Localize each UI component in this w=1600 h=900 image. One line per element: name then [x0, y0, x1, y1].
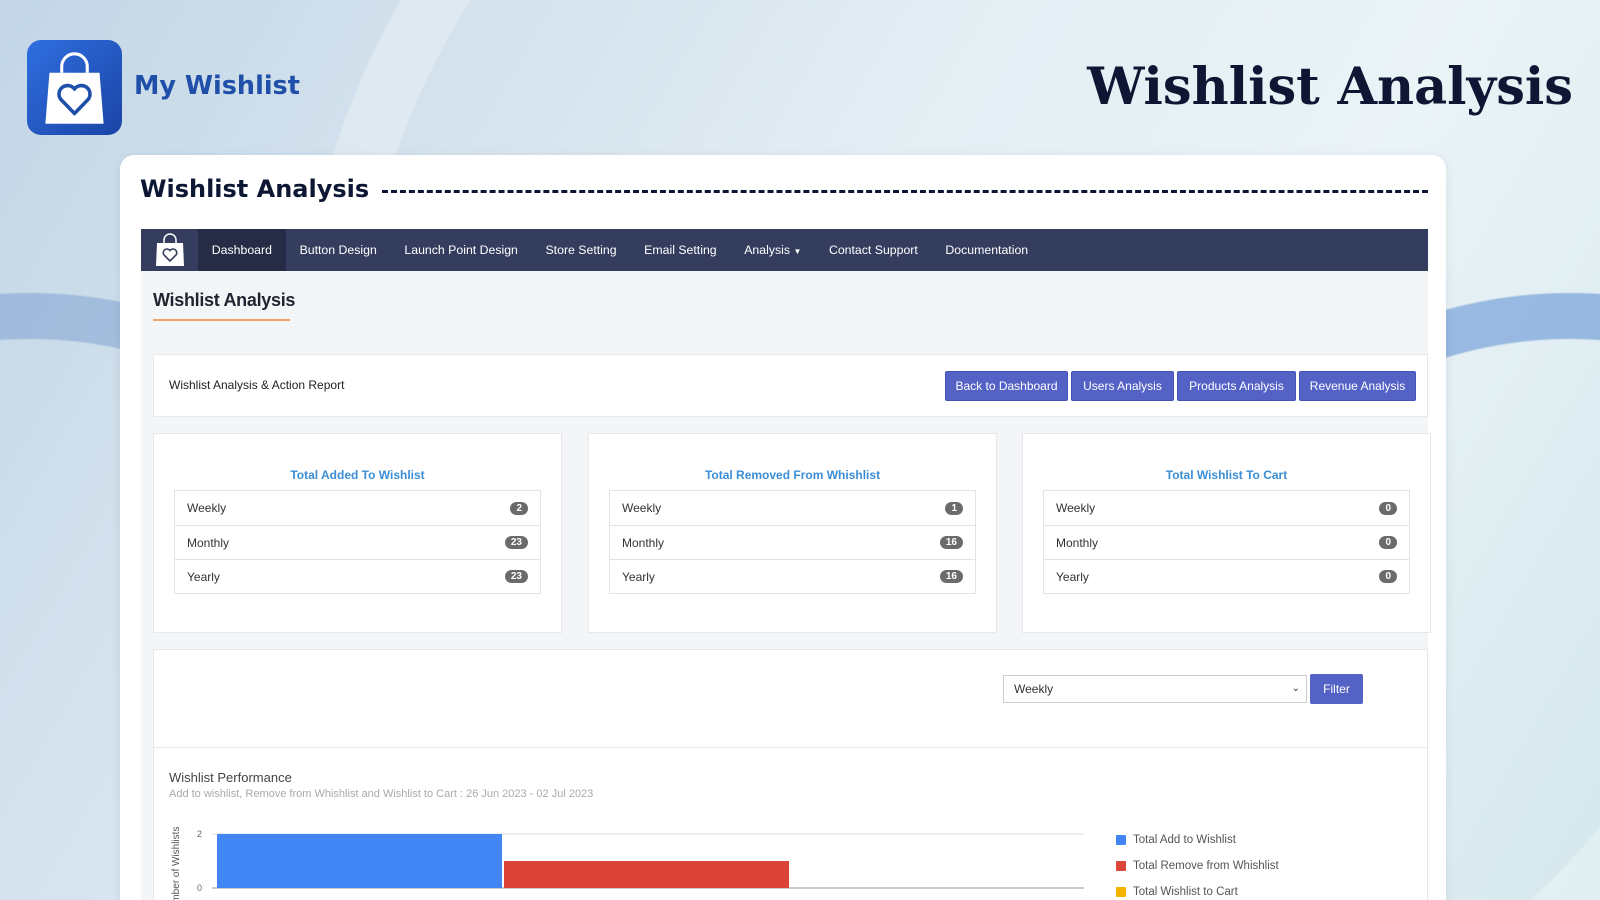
stat-row: Monthly 16	[610, 525, 975, 559]
stat-badge: 16	[939, 570, 963, 583]
revenue-analysis-button[interactable]: Revenue Analysis	[1299, 371, 1416, 401]
action-report-panel: Wishlist Analysis & Action Report Back t…	[153, 354, 1428, 417]
stat-label: Monthly	[187, 535, 230, 550]
stat-row: Weekly 0	[1044, 491, 1409, 525]
stat-label: Weekly	[187, 501, 227, 515]
app-logo	[27, 40, 122, 135]
nav-email-setting[interactable]: Email Setting	[630, 229, 730, 271]
section-title-underline	[153, 319, 290, 321]
brand-name: My Wishlist	[134, 71, 300, 101]
stat-label: Yearly	[1056, 569, 1089, 584]
card-title: Wishlist Analysis	[140, 175, 370, 203]
dashed-divider	[382, 190, 1428, 193]
stat-row: Weekly 2	[175, 491, 540, 525]
legend-label: Total Remove from Whishlist	[1133, 860, 1279, 872]
stat-title: Total Wishlist To Cart	[1165, 468, 1288, 482]
bar-total-remove-from-whishlist	[504, 861, 789, 888]
chevron-down-icon: ⌄	[1291, 683, 1300, 694]
page: My Wishlist Wishlist Analysis Wishlist A…	[0, 0, 1600, 900]
stat-label: Weekly	[1056, 501, 1096, 515]
section-title: Wishlist Analysis	[153, 290, 296, 310]
hero-title: Wishlist Analysis	[1087, 57, 1573, 117]
legend-item[interactable]: Total Wishlist to Cart	[1116, 886, 1238, 898]
nav-analysis-label: Analysis	[744, 243, 791, 257]
nav-contact-support[interactable]: Contact Support	[815, 229, 931, 271]
legend-swatch	[1116, 861, 1126, 871]
back-to-dashboard-button[interactable]: Back to Dashboard	[945, 371, 1068, 401]
products-analysis-button[interactable]: Products Analysis	[1177, 371, 1296, 401]
legend-item[interactable]: Total Add to Wishlist	[1116, 834, 1236, 846]
chart-panel: Wishlist Performance Add to wishlist, Re…	[153, 747, 1428, 900]
stat-badge: 16	[939, 536, 963, 549]
nav-analysis[interactable]: Analysis ▼	[730, 229, 815, 271]
stat-row: Weekly 1	[610, 491, 975, 525]
period-select-value: Weekly	[1014, 682, 1054, 696]
stat-row: Monthly 23	[175, 525, 540, 559]
stat-card-to-cart: Total Wishlist To Cart Weekly 0 Monthly 0 …	[1022, 433, 1431, 633]
legend-item[interactable]: Total Remove from Whishlist	[1116, 860, 1279, 872]
bar-chart: 0 2 Number of Wishlists	[171, 827, 1084, 900]
stat-row: Yearly 0	[1044, 559, 1409, 593]
y-tick-label: 2	[197, 829, 202, 839]
chart-subtitle: Add to wishlist, Remove from Whishlist a…	[169, 788, 594, 800]
legend-label: Total Add to Wishlist	[1133, 834, 1236, 846]
stat-badge: 23	[504, 570, 528, 583]
stat-badge: 1	[945, 501, 963, 515]
legend-swatch	[1116, 835, 1126, 845]
nav-documentation[interactable]: Documentation	[932, 229, 1042, 271]
stat-row: Monthly 0	[1044, 525, 1409, 559]
content-card: Wishlist Analysis Dashboard Button Desig…	[120, 155, 1446, 900]
stat-card-added: Total Added To Wishlist Weekly 2 Monthly 2…	[153, 433, 562, 633]
caret-down-icon: ▼	[793, 247, 802, 256]
y-axis-label: Number of Wishlists	[171, 827, 182, 900]
legend-label: Total Wishlist to Cart	[1133, 886, 1238, 898]
heart-bag-icon	[45, 52, 104, 124]
nav-launch-point-design[interactable]: Launch Point Design	[391, 229, 532, 271]
nav-dashboard[interactable]: Dashboard	[198, 229, 286, 271]
nav-button-design[interactable]: Button Design	[286, 229, 391, 271]
y-tick-label: 0	[197, 883, 202, 893]
stat-label: Monthly	[1056, 535, 1099, 550]
nav-store-setting[interactable]: Store Setting	[532, 229, 631, 271]
stat-title: Total Removed From Whishlist	[704, 468, 881, 482]
stat-label: Monthly	[622, 535, 665, 550]
action-report-label: Wishlist Analysis & Action Report	[169, 378, 345, 392]
stat-badge: 0	[1379, 501, 1397, 515]
stat-title: Total Added To Wishlist	[290, 468, 425, 482]
bar-total-add-to-wishlist	[217, 834, 502, 888]
stat-label: Yearly	[187, 569, 220, 584]
period-select[interactable]: Weekly ⌄	[1003, 675, 1307, 703]
navbar: Dashboard Button Design Launch Point Des…	[141, 229, 1428, 271]
stat-card-removed: Total Removed From Whishlist Weekly 1 Mon…	[588, 433, 997, 633]
users-analysis-button[interactable]: Users Analysis	[1071, 371, 1174, 401]
nav-logo[interactable]	[141, 229, 198, 271]
stat-label: Yearly	[622, 569, 655, 584]
legend-swatch	[1116, 887, 1126, 897]
stat-label: Weekly	[622, 501, 662, 515]
filter-button[interactable]: Filter	[1310, 674, 1363, 704]
stat-row: Yearly 16	[610, 559, 975, 593]
stat-badge: 0	[1379, 536, 1397, 549]
stat-badge: 2	[510, 501, 528, 515]
stat-row: Yearly 23	[175, 559, 540, 593]
app-window: Dashboard Button Design Launch Point Des…	[141, 229, 1431, 900]
heart-bag-icon	[155, 233, 184, 266]
filter-panel: Weekly ⌄ Filter	[153, 649, 1428, 748]
chart-title: Wishlist Performance	[169, 770, 292, 785]
stat-badge: 0	[1379, 570, 1397, 583]
stat-badge: 23	[504, 536, 528, 549]
